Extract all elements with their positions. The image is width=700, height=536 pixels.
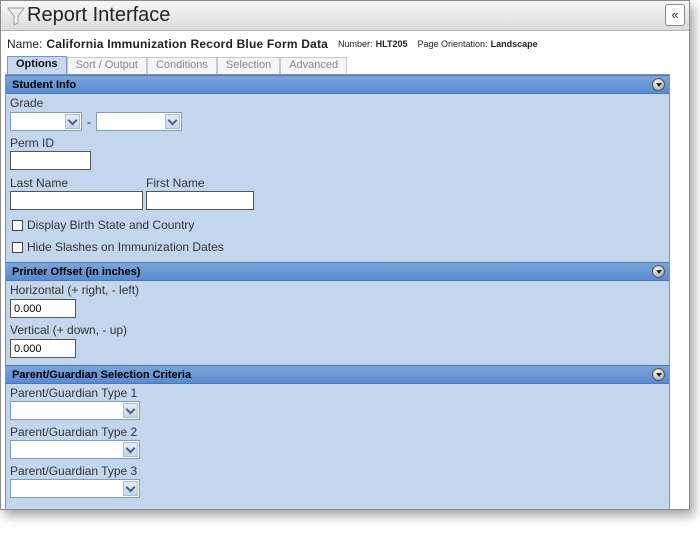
- name-label: Name:: [7, 36, 43, 51]
- guardian-type-3-select[interactable]: [10, 479, 140, 498]
- tab-conditions[interactable]: Conditions: [146, 57, 217, 74]
- display-birth-option[interactable]: Display Birth State and Country: [10, 218, 665, 232]
- display-birth-label: Display Birth State and Country: [27, 218, 195, 232]
- grade-label: Grade: [10, 96, 44, 110]
- perm-id-label: Perm ID: [10, 136, 55, 150]
- guardian-type-1-label: Parent/Guardian Type 1: [10, 386, 138, 400]
- printer-offset-section: Horizontal (+ right, - left) Vertical (+…: [6, 281, 669, 365]
- hide-slashes-checkbox[interactable]: [12, 241, 23, 253]
- collapse-circle-icon[interactable]: [652, 368, 665, 381]
- guardian-criteria-section: Parent/Guardian Type 1 Parent/Guardian T…: [6, 384, 669, 502]
- guardian-type-1-select[interactable]: [10, 401, 140, 420]
- report-interface-window: Report Interface « Name: California Immu…: [0, 0, 690, 510]
- perm-id-input[interactable]: [10, 151, 91, 170]
- chevron-down-icon[interactable]: [123, 403, 138, 418]
- report-name: California Immunization Record Blue Form…: [46, 36, 329, 51]
- vertical-offset-label: Vertical (+ down, - up): [10, 323, 128, 337]
- hide-slashes-label: Hide Slashes on Immunization Dates: [27, 240, 224, 254]
- orientation-label: Page Orientation:: [417, 38, 488, 49]
- report-name-bar: Name: California Immunization Record Blu…: [1, 31, 689, 56]
- section-title: Parent/Guardian Selection Criteria: [12, 368, 192, 381]
- options-panel: Student Info Grade - Perm ID Last Name F…: [5, 74, 670, 509]
- section-title: Printer Offset (in inches): [12, 265, 141, 278]
- grade-from-select[interactable]: [10, 112, 82, 131]
- first-name-label: First Name: [146, 176, 205, 190]
- section-title: Student Info: [12, 78, 77, 91]
- grade-to-select[interactable]: [96, 112, 182, 131]
- number-label: Number:: [338, 38, 373, 49]
- page-orientation: Landscape: [490, 38, 538, 49]
- tab-selection[interactable]: Selection: [216, 57, 281, 74]
- tab-sort-output[interactable]: Sort / Output: [66, 57, 147, 74]
- horizontal-offset-input[interactable]: [10, 299, 76, 318]
- guardian-criteria-header[interactable]: Parent/Guardian Selection Criteria: [6, 365, 669, 384]
- grade-range-separator: -: [87, 114, 91, 129]
- collapse-circle-icon[interactable]: [652, 78, 665, 91]
- last-name-input[interactable]: [10, 191, 143, 210]
- vertical-offset-input[interactable]: [10, 339, 76, 358]
- printer-offset-header[interactable]: Printer Offset (in inches): [6, 262, 669, 281]
- funnel-icon: [7, 7, 25, 26]
- student-info-header[interactable]: Student Info: [6, 75, 669, 94]
- guardian-type-2-select[interactable]: [10, 440, 140, 459]
- chevron-down-icon[interactable]: [123, 442, 138, 457]
- first-name-input[interactable]: [146, 191, 254, 210]
- report-number: HLT205: [375, 38, 408, 49]
- student-info-section: Grade - Perm ID Last Name First Name Dis…: [6, 94, 669, 262]
- collapse-circle-icon[interactable]: [652, 265, 665, 278]
- guardian-type-2-label: Parent/Guardian Type 2: [10, 425, 138, 439]
- window-title: Report Interface: [27, 4, 171, 26]
- tab-strip: Options Sort / Output Conditions Selecti…: [1, 56, 689, 74]
- tab-options[interactable]: Options: [7, 56, 67, 74]
- chevron-down-icon[interactable]: [165, 114, 180, 129]
- collapse-panel-button[interactable]: «: [665, 4, 685, 26]
- guardian-type-3-label: Parent/Guardian Type 3: [10, 464, 138, 478]
- title-bar: Report Interface «: [1, 1, 689, 31]
- hide-slashes-option[interactable]: Hide Slashes on Immunization Dates: [10, 240, 665, 254]
- tab-advanced[interactable]: Advanced: [280, 57, 348, 74]
- display-birth-checkbox[interactable]: [12, 219, 23, 231]
- chevron-down-icon[interactable]: [123, 481, 138, 496]
- last-name-label: Last Name: [10, 176, 69, 190]
- horizontal-offset-label: Horizontal (+ right, - left): [10, 283, 140, 297]
- chevron-down-icon[interactable]: [65, 114, 80, 129]
